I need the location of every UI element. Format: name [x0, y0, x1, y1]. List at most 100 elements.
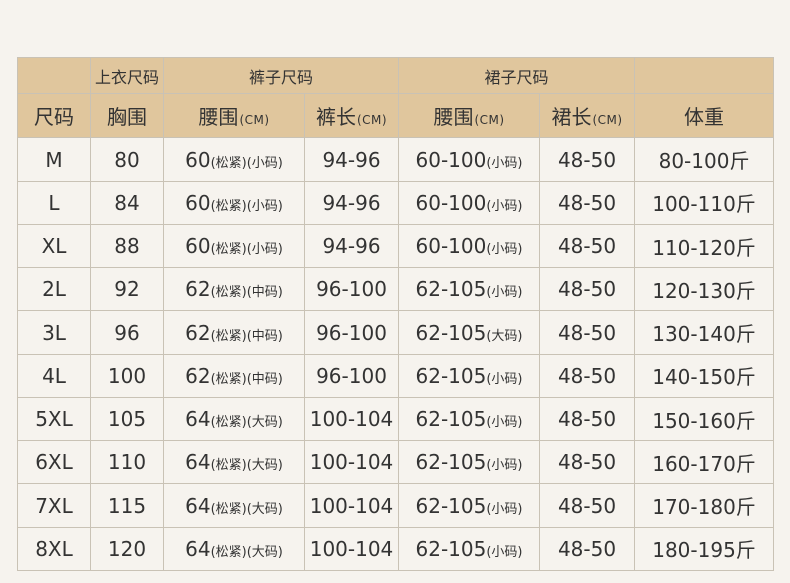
header-skirt-waist: 腰围(CM) [398, 93, 541, 139]
cell-pants-length: 100-104 [303, 396, 400, 442]
chest-value: 80 [114, 147, 140, 172]
table-row: 2L 92 62(松紧)(中码) 96-100 62-105(小码) 48-50 120-1… [17, 267, 775, 312]
skirt-waist-value: 62-105 [415, 277, 487, 302]
size-value: 3L [42, 320, 66, 345]
cell-pants-waist: 64(松紧)(大码) [163, 526, 305, 572]
weight-value: 110-120斤 [652, 235, 756, 260]
skirt-length-value: 48-50 [557, 320, 617, 345]
cell-weight: 150-160斤 [634, 396, 775, 442]
header-row-columns: 尺码 胸围 腰围(CM) 裤长(CM) 腰围(CM) 裙长(CM) 体重 [17, 93, 775, 139]
header-group-pants: 裤子尺码 [162, 56, 400, 95]
chest-value: 96 [114, 320, 140, 345]
skirt-waist-note-value: (小码) [486, 198, 523, 214]
skirt-waist-value: 62-105 [415, 407, 487, 432]
cell-pants-length: 96-100 [303, 267, 400, 312]
pants-waist-note-value: (松紧)(中码) [210, 371, 283, 387]
pants-waist-value: 60 [185, 147, 211, 172]
header-group-skirt: 裙子尺码 [398, 56, 636, 95]
cell-pants-length: 94-96 [303, 223, 400, 269]
pants-length-value: 100-104 [309, 536, 394, 561]
header-empty-cell [17, 56, 91, 95]
skirt-length-value: 48-50 [557, 147, 617, 172]
cell-weight: 110-120斤 [634, 223, 775, 269]
table-row: 6XL 110 64(松紧)(大码) 100-104 62-105(小码) 48-50 16… [17, 440, 775, 485]
table-row: XL 88 60(松紧)(小码) 94-96 60-100(小码) 48-50 110-12… [17, 223, 775, 269]
weight-value: 100-110斤 [652, 192, 756, 217]
cell-skirt-waist: 62-105(小码) [398, 440, 541, 485]
skirt-waist-note-value: (小码) [486, 544, 523, 560]
skirt-length-value: 48-50 [557, 450, 617, 475]
header-chest: 胸围 [90, 93, 164, 139]
cell-chest: 110 [90, 440, 164, 485]
size-value: 5XL [35, 407, 73, 432]
skirt-waist-value: 60-100 [415, 234, 487, 259]
cell-pants-length: 96-100 [303, 310, 400, 355]
header-unit: (CM) [356, 113, 388, 128]
chest-value: 120 [107, 536, 147, 561]
header-empty-cell [634, 56, 775, 95]
skirt-waist-value: 62-105 [415, 320, 487, 345]
cell-chest: 80 [90, 137, 164, 182]
cell-pants-waist: 60(松紧)(小码) [163, 223, 305, 269]
pants-length-value: 94-96 [322, 234, 381, 259]
pants-waist-note-value: (松紧)(大码) [210, 544, 283, 560]
header-skirt-waist-label: 腰围 [433, 105, 474, 130]
skirt-waist-note-value: (小码) [486, 458, 523, 474]
cell-skirt-length: 48-50 [539, 180, 636, 225]
pants-waist-value: 64 [185, 493, 211, 518]
size-value: L [48, 190, 60, 215]
chest-value: 110 [107, 450, 147, 475]
pants-waist-note-value: (松紧)(小码) [210, 242, 283, 258]
cell-chest: 115 [90, 483, 164, 528]
weight-value: 80-100斤 [658, 149, 750, 174]
cell-skirt-waist: 62-105(大码) [398, 310, 541, 355]
pants-waist-value: 62 [185, 320, 211, 345]
cell-size: 2L [17, 267, 91, 312]
header-pants-waist: 腰围(CM) [163, 93, 305, 139]
cell-skirt-length: 48-50 [539, 526, 636, 572]
header-group-top: 上衣尺码 [90, 56, 164, 95]
cell-chest: 96 [90, 310, 164, 355]
weight-value: 160-170斤 [652, 451, 756, 476]
header-row-groups: 上衣尺码 裤子尺码 裙子尺码 [17, 56, 775, 95]
skirt-waist-value: 60-100 [415, 147, 487, 172]
chest-value: 84 [114, 190, 140, 215]
skirt-waist-note-value: (大码) [486, 328, 523, 344]
cell-size: 8XL [17, 526, 91, 572]
pants-waist-value: 60 [185, 234, 211, 259]
table-row: 4L 100 62(松紧)(中码) 96-100 62-105(小码) 48-50 140-… [17, 353, 775, 398]
skirt-waist-note-value: (小码) [486, 415, 523, 431]
weight-value: 180-195斤 [652, 538, 756, 563]
header-weight: 体重 [634, 93, 775, 139]
pants-waist-note-value: (松紧)(中码) [210, 285, 283, 301]
cell-skirt-length: 48-50 [539, 396, 636, 442]
cell-weight: 180-195斤 [634, 526, 775, 572]
table-row: 8XL 120 64(松紧)(大码) 100-104 62-105(小码) 48-50 18… [17, 526, 775, 572]
cell-pants-length: 94-96 [303, 180, 400, 225]
pants-waist-value: 60 [185, 190, 211, 215]
pants-length-value: 100-104 [309, 407, 394, 432]
pants-waist-note-value: (松紧)(小码) [210, 198, 283, 214]
cell-skirt-length: 48-50 [539, 223, 636, 269]
cell-chest: 100 [90, 353, 164, 398]
size-value: M [45, 147, 63, 172]
pants-waist-note-value: (松紧)(大码) [210, 415, 283, 431]
pants-waist-note-value: (松紧)(小码) [210, 155, 283, 171]
header-unit: (CM) [592, 113, 623, 128]
skirt-waist-value: 62-105 [415, 450, 487, 475]
cell-pants-waist: 60(松紧)(小码) [163, 137, 305, 182]
cell-pants-waist: 64(松紧)(大码) [163, 483, 305, 528]
pants-waist-value: 64 [185, 536, 211, 561]
skirt-length-value: 48-50 [557, 234, 617, 259]
cell-skirt-waist: 60-100(小码) [398, 137, 541, 182]
skirt-waist-note-value: (小码) [486, 155, 523, 171]
cell-pants-waist: 60(松紧)(小码) [163, 180, 305, 225]
cell-weight: 120-130斤 [634, 267, 775, 312]
cell-size: L [17, 180, 91, 225]
cell-chest: 84 [90, 180, 164, 225]
size-chart-table: 上衣尺码 裤子尺码 裙子尺码 尺码 胸围 腰围(CM) 裤长(CM) 腰围(CM… [17, 56, 775, 572]
table-row: 3L 96 62(松紧)(中码) 96-100 62-105(大码) 48-50 130-1… [17, 310, 775, 355]
cell-skirt-waist: 60-100(小码) [398, 180, 541, 225]
pants-length-value: 94-96 [322, 147, 381, 172]
cell-weight: 160-170斤 [634, 440, 775, 485]
